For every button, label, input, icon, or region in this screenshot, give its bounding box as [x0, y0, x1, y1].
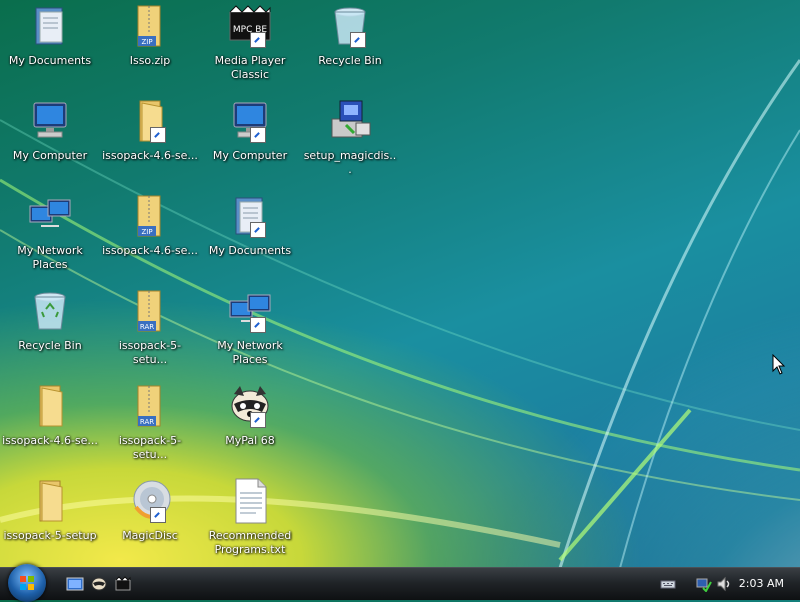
desktop-icon-issopack-5-setup-folder[interactable]: issopack-5-setup	[2, 477, 98, 567]
shortcut-arrow-icon	[250, 127, 266, 143]
system-tray: 2:03 AM	[650, 568, 800, 600]
shortcut-arrow-icon	[250, 32, 266, 48]
desktop-icon-issopack-5-rar[interactable]: RAR issopack-5-setu...	[102, 287, 198, 377]
icon-label: MagicDisc	[122, 529, 178, 542]
desktop-icon-media-player-classic[interactable]: MPC BE Media Player Classic	[202, 2, 298, 92]
taskbar: 2:03 AM	[0, 564, 800, 602]
text-file-icon	[226, 477, 274, 525]
start-orb-icon	[20, 576, 34, 590]
disc-icon	[126, 477, 174, 525]
folder-icon	[126, 97, 174, 145]
shortcut-arrow-icon	[250, 222, 266, 238]
icon-label: Recommended Programs.txt	[208, 529, 292, 556]
svg-text:ZIP: ZIP	[141, 38, 152, 46]
icon-label: My Network Places	[217, 339, 283, 366]
desktop-icon-issopack-5-rar-2[interactable]: RAR issopack-5-setu...	[102, 382, 198, 472]
desktop-icon-recycle-bin-shortcut[interactable]: Recycle Bin	[302, 2, 398, 92]
icon-label: My Documents	[208, 244, 292, 257]
svg-text:RAR: RAR	[140, 418, 154, 426]
folder-icon	[26, 477, 74, 525]
desktop-icon-my-documents[interactable]: My Documents	[2, 2, 98, 92]
icon-label: issopack-5-setup	[3, 529, 97, 542]
show-desktop-icon[interactable]	[66, 575, 84, 593]
svg-text:RAR: RAR	[140, 323, 154, 331]
desktop-icon-issopack-46-zip[interactable]: ZIP issopack-4.6-se...	[102, 192, 198, 282]
raccoon-icon	[226, 382, 274, 430]
folder-icon	[26, 382, 74, 430]
desktop-icon-issopack-46-shortcut[interactable]: issopack-4.6-se...	[102, 97, 198, 187]
network-icon	[26, 192, 74, 240]
desktop-icon-my-network-places-shortcut[interactable]: My Network Places	[202, 287, 298, 377]
icon-label: My Network Places	[17, 244, 83, 271]
icon-label: issopack-4.6-se...	[2, 434, 98, 447]
computer-icon	[226, 97, 274, 145]
mouse-cursor-icon	[772, 354, 786, 375]
zip-folder-icon: ZIP	[126, 192, 174, 240]
desktop-icon-my-computer-shortcut[interactable]: My Computer	[202, 97, 298, 187]
icon-label: My Computer	[212, 149, 288, 162]
desktop-icon-setup-magicdisc[interactable]: setup_magicdis...	[302, 97, 398, 187]
desktop-icon-recommended-programs[interactable]: Recommended Programs.txt	[202, 477, 298, 567]
zip-folder-icon: ZIP	[126, 2, 174, 50]
desktop-icon-recycle-bin[interactable]: Recycle Bin	[2, 287, 98, 377]
desktop-icon-magicdisc[interactable]: MagicDisc	[102, 477, 198, 567]
icon-label: My Computer	[12, 149, 88, 162]
icon-label: issopack-5-setu...	[118, 434, 182, 461]
mypal-icon[interactable]	[90, 575, 108, 593]
desktop-icon-my-documents-shortcut[interactable]: My Documents	[202, 192, 298, 282]
icon-label: Recycle Bin	[18, 339, 82, 352]
computer-icon	[26, 97, 74, 145]
icon-label: MyPal 68	[225, 434, 275, 447]
shortcut-arrow-icon	[150, 127, 166, 143]
network-icon	[226, 287, 274, 335]
icon-label: My Documents	[8, 54, 92, 67]
icon-label: setup_magicdis...	[303, 149, 397, 176]
icon-label: Isso.zip	[129, 54, 171, 67]
desktop-icon-isso-zip[interactable]: ZIP Isso.zip	[102, 2, 198, 92]
keyboard-icon[interactable]	[660, 576, 676, 592]
icon-label: issopack-4.6-se...	[102, 149, 198, 162]
icon-label: Media Player Classic	[214, 54, 286, 81]
shortcut-arrow-icon	[350, 32, 366, 48]
network-status-icon[interactable]	[696, 576, 712, 592]
recycle-bin-icon	[26, 287, 74, 335]
icon-label: Recycle Bin	[318, 54, 382, 67]
media-player-icon[interactable]	[114, 575, 132, 593]
shortcut-arrow-icon	[150, 507, 166, 523]
documents-folder-icon	[226, 192, 274, 240]
rar-archive-icon: RAR	[126, 382, 174, 430]
icon-label: issopack-5-setu...	[118, 339, 182, 366]
desktop-icon-my-computer[interactable]: My Computer	[2, 97, 98, 187]
shortcut-arrow-icon	[250, 317, 266, 333]
desktop-icon-mypal-68[interactable]: MyPal 68	[202, 382, 298, 472]
start-button[interactable]	[8, 564, 46, 602]
shortcut-arrow-icon	[250, 412, 266, 428]
icon-label: issopack-4.6-se...	[102, 244, 198, 257]
desktop-icon-my-network-places[interactable]: My Network Places	[2, 192, 98, 282]
svg-text:ZIP: ZIP	[141, 228, 152, 236]
volume-icon[interactable]	[716, 576, 732, 592]
clock[interactable]: 2:03 AM	[739, 577, 784, 590]
installer-icon	[326, 97, 374, 145]
recycle-bin-icon	[326, 2, 374, 50]
desktop-icon-issopack-46-folder[interactable]: issopack-4.6-se...	[2, 382, 98, 472]
rar-archive-icon: RAR	[126, 287, 174, 335]
documents-folder-icon	[26, 2, 74, 50]
media-player-icon: MPC BE	[226, 2, 274, 50]
